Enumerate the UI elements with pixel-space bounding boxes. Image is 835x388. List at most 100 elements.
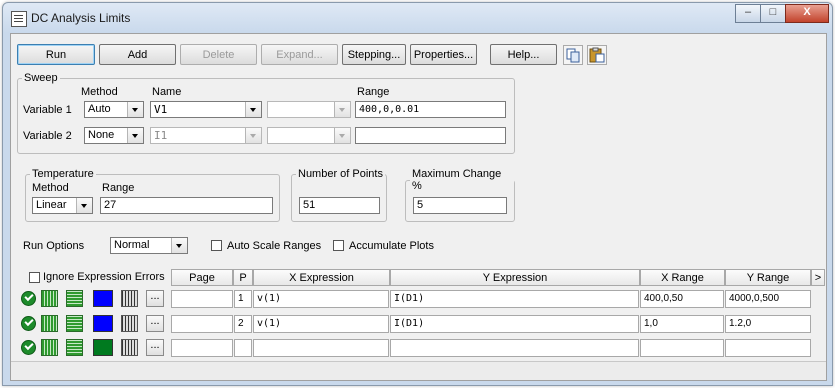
chevron-down-icon [334,128,350,143]
chevron-down-icon [127,128,143,143]
copy-icon[interactable] [563,45,583,65]
p-cell[interactable]: 2 [234,315,252,333]
variable1-extra-select[interactable] [267,101,351,118]
variable1-method-select[interactable]: Auto [84,101,144,118]
y-range-cell[interactable] [725,339,811,357]
delete-button[interactable]: Delete [180,44,257,65]
enabled-check-icon[interactable] [21,340,36,355]
y-range-column-header[interactable]: Y Range [725,269,811,286]
ignore-expression-errors-checkbox[interactable] [29,272,40,283]
y-expression-cell[interactable]: I(D1) [390,290,639,308]
y-expression-column-header[interactable]: Y Expression [390,269,640,286]
auto-scale-label: Auto Scale Ranges [227,240,322,252]
variable1-label: Variable 1 [23,104,72,116]
temperature-method-label: Method [32,182,69,194]
maximize-button[interactable]: □ [760,4,786,23]
page-cell[interactable] [171,290,233,308]
x-range-cell[interactable]: 400,0,50 [640,290,724,308]
temperature-legend: Temperature [32,168,94,180]
p-cell[interactable]: 1 [234,290,252,308]
app-icon [11,11,27,27]
method-header: Method [81,86,118,98]
range-header: Range [357,86,390,98]
variable2-method-select[interactable]: None [84,127,144,144]
line-pattern-icon[interactable] [41,315,58,332]
p-cell[interactable] [234,339,252,357]
accumulate-plots-checkbox[interactable] [333,240,344,251]
x-range-column-header[interactable]: X Range [640,269,725,286]
variable2-range-input[interactable] [355,127,506,144]
variable1-name-select[interactable]: V1 [150,101,262,118]
accumulate-plots-label: Accumulate Plots [349,240,434,252]
more-options-button[interactable]: ... [146,315,164,332]
window-title: DC Analysis Limits [31,11,131,25]
chevron-down-icon [171,238,187,253]
temperature-range-input[interactable]: 27 [100,197,273,214]
color-swatch[interactable] [93,339,113,356]
page-cell[interactable] [171,315,233,333]
enabled-check-icon[interactable] [21,316,36,331]
temperature-method-select[interactable]: Linear [32,197,93,214]
color-swatch[interactable] [93,315,113,332]
y-range-cell[interactable]: 1.2,0 [725,315,811,333]
close-button[interactable]: X [785,4,829,23]
line-pattern-icon[interactable] [41,339,58,356]
variable2-extra-select[interactable] [267,127,351,144]
table-icon[interactable] [121,339,138,356]
fill-pattern-icon[interactable] [66,290,83,307]
page-cell[interactable] [171,339,233,357]
y-expression-cell[interactable]: I(D1) [390,315,639,333]
status-bar [11,361,826,380]
maximum-change-legend: Maximum Change % [412,168,502,192]
run-options-label: Run Options [23,240,85,252]
chevron-down-icon [245,102,261,117]
name-header: Name [152,86,182,98]
table-icon[interactable] [121,315,138,332]
title-bar[interactable]: DC Analysis Limits – □ X [3,3,832,33]
expand-button[interactable]: Expand... [261,44,338,65]
chevron-down-icon [334,102,350,117]
stepping-button[interactable]: Stepping... [342,44,406,65]
y-expression-cell[interactable] [390,339,639,357]
line-pattern-icon[interactable] [41,290,58,307]
x-expression-column-header[interactable]: X Expression [253,269,390,286]
scroll-right-button[interactable]: > [811,269,825,286]
x-range-cell[interactable] [640,339,724,357]
chevron-down-icon [76,198,92,213]
dialog-body: Run Add Delete Expand... Stepping... Pro… [10,33,827,381]
p-column-header[interactable]: P [233,269,253,286]
y-range-cell[interactable]: 4000,0,500 [725,290,811,308]
x-expression-cell[interactable] [253,339,389,357]
number-of-points-input[interactable]: 51 [299,197,380,214]
properties-button[interactable]: Properties... [410,44,477,65]
variable2-label: Variable 2 [23,130,72,142]
paste-icon[interactable] [587,45,607,65]
more-options-button[interactable]: ... [146,339,164,356]
add-button[interactable]: Add [99,44,176,65]
number-of-points-legend: Number of Points [298,168,383,180]
chevron-down-icon [127,102,143,117]
run-button[interactable]: Run [17,44,95,65]
variable1-range-input[interactable]: 400,0,0.01 [355,101,506,118]
chevron-down-icon [245,128,261,143]
color-swatch[interactable] [93,290,113,307]
enabled-check-icon[interactable] [21,291,36,306]
x-range-cell[interactable]: 1,0 [640,315,724,333]
sweep-legend: Sweep [24,72,58,84]
fill-pattern-icon[interactable] [66,339,83,356]
help-button[interactable]: Help... [490,44,557,65]
x-expression-cell[interactable]: v(1) [253,315,389,333]
run-options-select[interactable]: Normal [110,237,188,254]
auto-scale-checkbox[interactable] [211,240,222,251]
fill-pattern-icon[interactable] [66,315,83,332]
ignore-expression-errors-label: Ignore Expression Errors [43,271,165,283]
maximum-change-input[interactable]: 5 [413,197,507,214]
dc-analysis-limits-window: DC Analysis Limits – □ X Run Add Delete … [2,2,833,386]
page-column-header[interactable]: Page [171,269,233,286]
more-options-button[interactable]: ... [146,290,164,307]
table-icon[interactable] [121,290,138,307]
x-expression-cell[interactable]: v(1) [253,290,389,308]
temperature-range-label: Range [102,182,135,194]
variable2-name-select[interactable]: I1 [150,127,262,144]
minimize-button[interactable]: – [735,4,761,23]
